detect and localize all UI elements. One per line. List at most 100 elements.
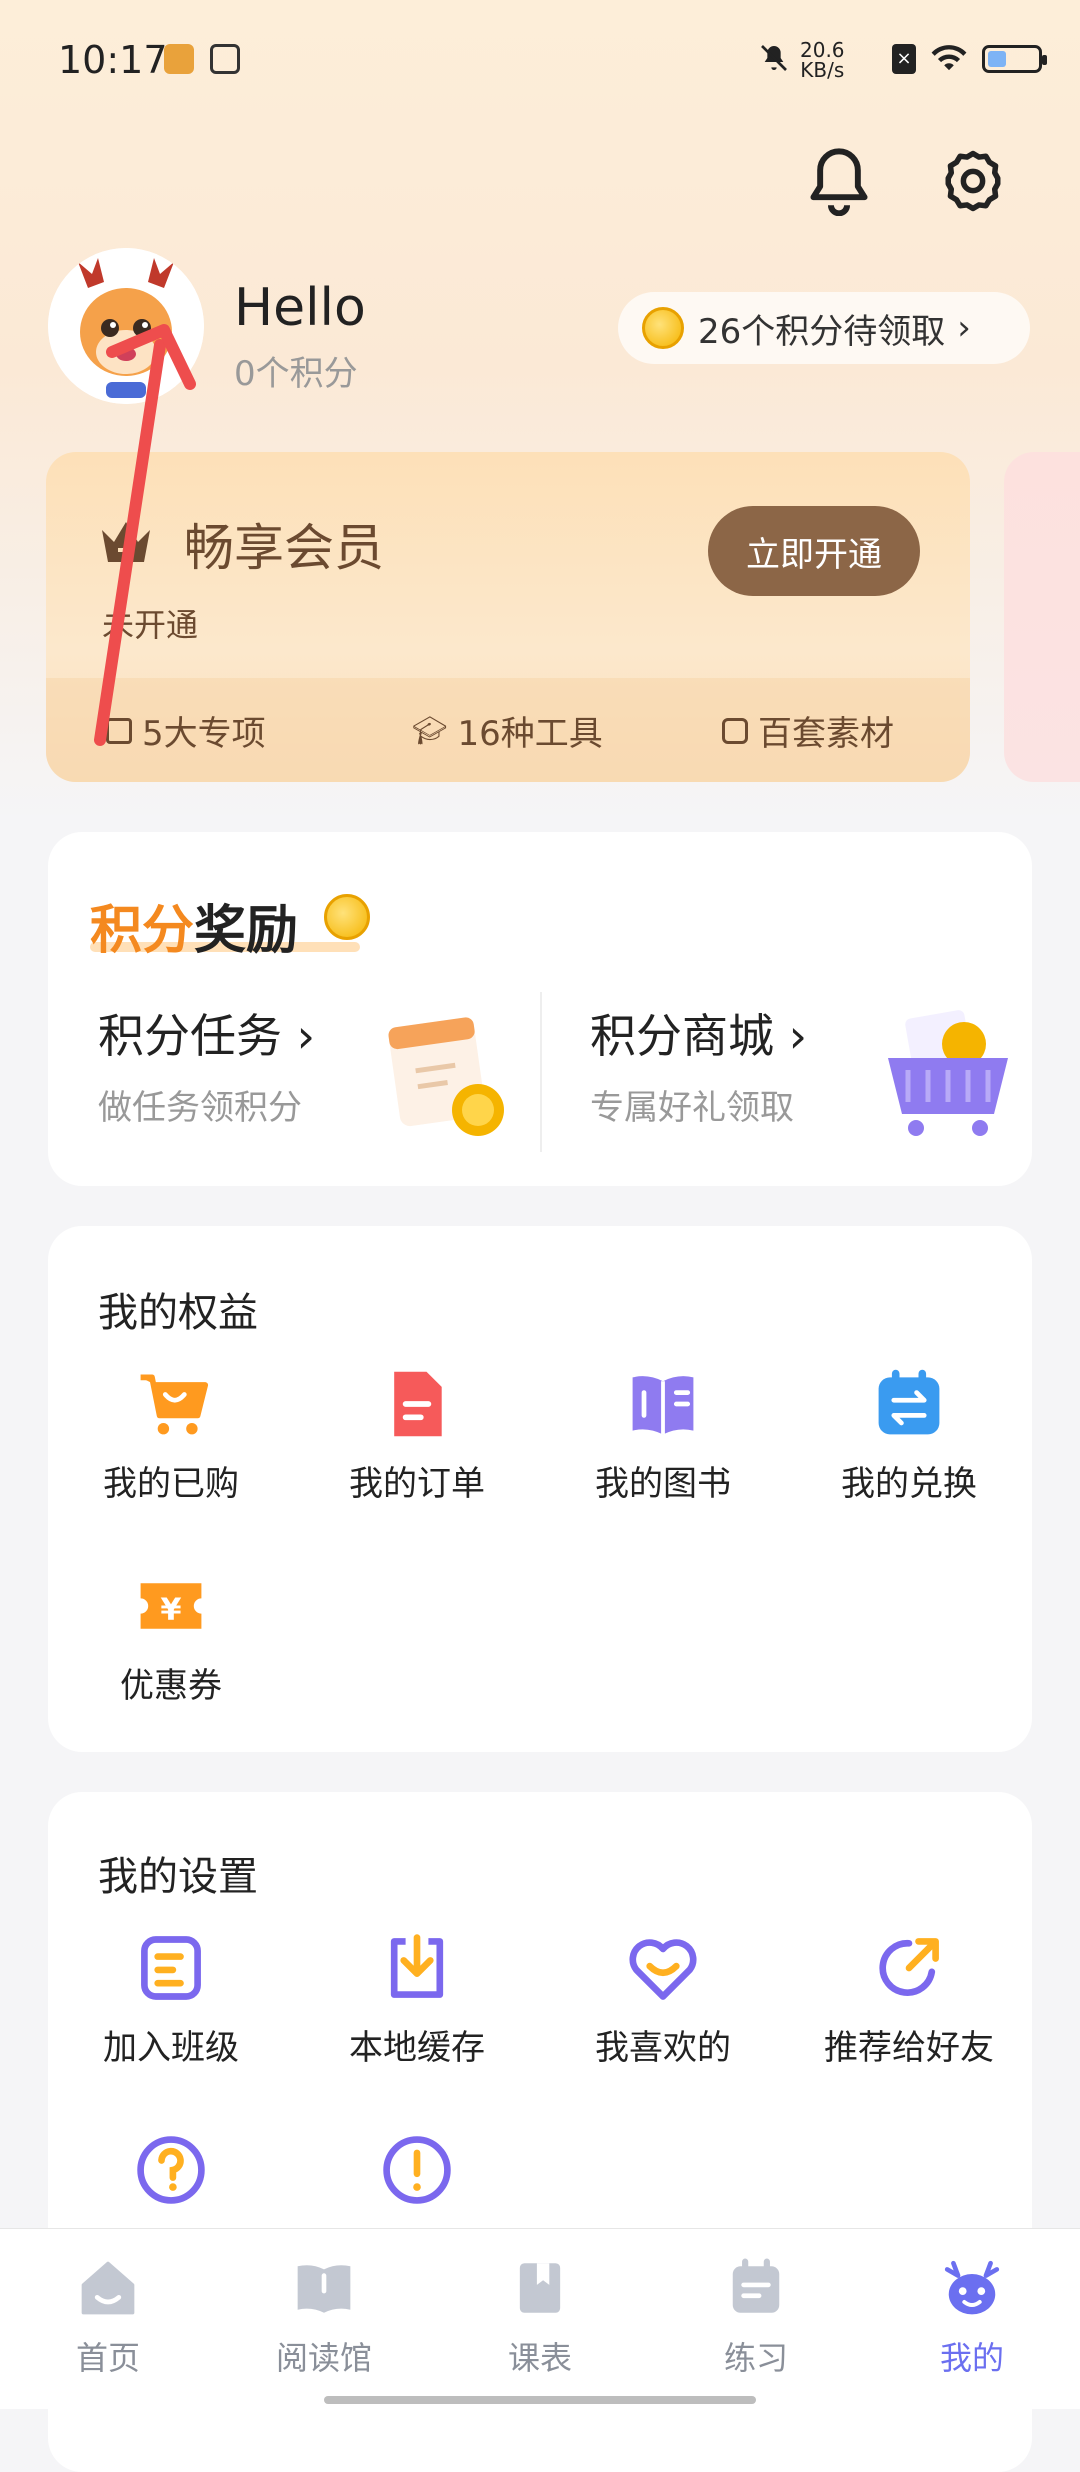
reward-divider [540, 992, 542, 1152]
chevron-right-icon: › [957, 308, 971, 348]
reward-item-name: 积分商城 [590, 1009, 774, 1063]
book-stack-icon [519, 2263, 561, 2313]
status-bar: 10:17 20.6 KB/s × [0, 0, 1080, 126]
download-icon [390, 1934, 444, 1998]
book-icon [632, 1376, 694, 1435]
battery-icon [982, 45, 1047, 73]
avatar[interactable] [48, 248, 204, 404]
greeting: Hello [234, 278, 366, 338]
app-notification-icon [210, 44, 240, 74]
cart-icon [140, 1374, 209, 1435]
points-tasks-button[interactable]: 积分任务 › 做任务领积分 [98, 1000, 315, 1129]
reward-item-sub: 做任务领积分 [98, 1088, 302, 1128]
network-speed-value: 20.6 [800, 38, 845, 62]
feature-label: 16种工具 [457, 714, 603, 754]
feature-label: 5大专项 [142, 714, 266, 754]
bag-icon [722, 717, 748, 744]
mute-icon [758, 42, 790, 74]
membership-title: 畅享会员 [184, 519, 384, 577]
feature-materials: 百套素材 [722, 706, 894, 755]
feedback-button[interactable] [294, 2132, 540, 2208]
rewards-card: 积分奖励 积分任务 › 做任务领积分 积分商城 › 专属好礼领取 [48, 832, 1032, 1186]
wifi-icon [930, 44, 968, 74]
bottom-navigation: 首页 阅读馆 课表 练习 我的 [0, 2228, 1080, 2409]
grid-item-label: 优惠券 [120, 1666, 222, 1706]
shopping-basket-icon [868, 998, 1028, 1152]
notepad-icon [732, 2258, 780, 2313]
grid-item-label: 推荐给好友 [824, 2028, 994, 2068]
class-icon [141, 1936, 201, 2000]
grid-item-label: 我喜欢的 [595, 2028, 731, 2068]
open-membership-button[interactable]: 立即开通 [708, 506, 920, 596]
grid-item-label: 我的兑换 [841, 1464, 977, 1504]
points-balance: 0个积分 [234, 354, 358, 394]
rewards-title-part2: 奖励 [194, 901, 299, 961]
chevron-right-icon: › [296, 1009, 316, 1063]
rewards-title: 积分奖励 [90, 888, 298, 963]
home-icon [81, 2261, 135, 2315]
membership-card[interactable]: 畅享会员 未开通 立即开通 5大专项 🎓︎ 16种工具 百套素材 [46, 452, 970, 782]
my-books-button[interactable]: 我的图书 [540, 1366, 786, 1505]
grid-item-label: 我的订单 [349, 1464, 485, 1504]
sim-off-icon: × [892, 44, 916, 74]
my-purchases-button[interactable]: 我的已购 [48, 1366, 294, 1505]
grid-item-label: 加入班级 [103, 2028, 239, 2068]
help-button[interactable] [48, 2132, 294, 2208]
coin-icon [642, 307, 684, 349]
share-icon [879, 1938, 939, 1996]
grid-item-label: 我的已购 [103, 1464, 239, 1504]
gear-icon[interactable] [940, 146, 1006, 216]
nav-label: 练习 [723, 2339, 788, 2377]
coin-icon [324, 894, 370, 940]
exchange-icon [878, 1369, 940, 1435]
join-class-button[interactable]: 加入班级 [48, 1930, 294, 2069]
grid-item-label: 本地缓存 [349, 2028, 485, 2068]
pending-points-button[interactable]: 26个积分待领取 › [618, 292, 1030, 364]
my-exchanges-button[interactable]: 我的兑换 [786, 1366, 1032, 1505]
deer-icon [944, 2260, 1000, 2315]
chevron-right-icon: › [788, 1009, 808, 1063]
app-notification-icon [164, 44, 194, 74]
open-book-icon [297, 2265, 351, 2313]
reward-item-name: 积分任务 [98, 1009, 282, 1063]
coupon-icon: ¥ [140, 1583, 202, 1629]
nav-label: 首页 [75, 2339, 140, 2377]
nav-reading-hall[interactable]: 阅读馆 [244, 2257, 404, 2379]
section-title: 我的设置 [98, 1854, 258, 1900]
coupons-button[interactable]: ¥ 优惠券 [48, 1568, 294, 1707]
nav-label: 我的 [939, 2339, 1004, 2377]
list-icon [106, 717, 132, 744]
favorites-button[interactable]: 我喜欢的 [540, 1930, 786, 2069]
section-title: 我的权益 [98, 1290, 258, 1336]
pending-points-label: 26个积分待领取 [698, 311, 946, 352]
calendar-icon [366, 998, 516, 1152]
nav-label: 课表 [507, 2339, 572, 2377]
points-mall-button[interactable]: 积分商城 › 专属好礼领取 [590, 1000, 807, 1129]
membership-card-next[interactable] [1004, 452, 1080, 782]
svg-text:¥: ¥ [160, 1592, 181, 1627]
exclamation-icon [383, 2136, 451, 2204]
graduation-cap-icon: 🎓︎ [412, 714, 448, 747]
bell-icon[interactable] [806, 146, 872, 217]
grid-item-label: 我的图书 [595, 1464, 731, 1504]
membership-status: 未开通 [102, 606, 199, 644]
home-indicator [324, 2396, 756, 2404]
status-right-group: × [892, 44, 1047, 74]
nav-practice[interactable]: 练习 [676, 2257, 836, 2379]
nav-schedule[interactable]: 课表 [460, 2257, 620, 2379]
nav-home[interactable]: 首页 [28, 2257, 188, 2379]
network-speed-unit: KB/s [800, 58, 845, 82]
recommend-friend-button[interactable]: 推荐给好友 [786, 1930, 1032, 2069]
status-time: 10:17 [58, 38, 168, 82]
my-orders-button[interactable]: 我的订单 [294, 1366, 540, 1505]
nav-mine[interactable]: 我的 [892, 2257, 1052, 2379]
crown-icon [98, 518, 154, 566]
reward-item-sub: 专属好礼领取 [590, 1088, 794, 1128]
question-icon [137, 2136, 205, 2204]
my-rights-card: 我的权益 我的已购 我的订单 我的图书 我的兑换 ¥ 优惠券 [48, 1226, 1032, 1752]
feature-specials: 5大专项 [106, 706, 266, 755]
network-speed: 20.6 KB/s [800, 40, 845, 80]
local-cache-button[interactable]: 本地缓存 [294, 1930, 540, 2069]
heart-icon [629, 1939, 697, 2000]
document-icon [394, 1371, 442, 1437]
